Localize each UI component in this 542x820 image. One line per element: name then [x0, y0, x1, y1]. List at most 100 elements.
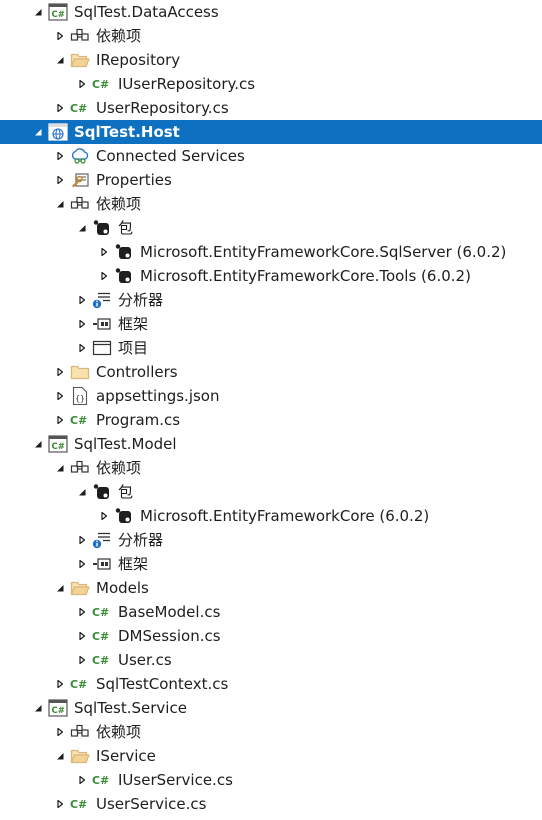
tree-row-node[interactable]: Connected Services	[0, 144, 542, 168]
tree-item-label: 框架	[118, 315, 149, 333]
tree-row-file[interactable]: {} appsettings.json	[0, 384, 542, 408]
tree-row-file[interactable]: C# IUserService.cs	[0, 768, 542, 792]
expanded-arrow-icon[interactable]	[72, 480, 92, 504]
expanded-arrow-icon[interactable]	[28, 120, 48, 144]
expanded-arrow-icon[interactable]	[28, 696, 48, 720]
tree-row-project[interactable]: C# SqlTest.Model	[0, 432, 542, 456]
collapsed-arrow-icon[interactable]	[72, 768, 92, 792]
collapsed-arrow-icon[interactable]	[72, 552, 92, 576]
tree-row-file[interactable]: C# IUserRepository.cs	[0, 72, 542, 96]
tree-row-node[interactable]: Properties	[0, 168, 542, 192]
tree-item-label: Microsoft.EntityFrameworkCore (6.0.2)	[140, 507, 430, 525]
tree-item-label: SqlTest.Model	[74, 435, 177, 453]
tree-row-node[interactable]: 包	[0, 480, 542, 504]
collapsed-arrow-icon[interactable]	[50, 720, 70, 744]
collapsed-arrow-icon[interactable]	[94, 504, 114, 528]
expanded-arrow-icon[interactable]	[50, 48, 70, 72]
collapsed-arrow-icon[interactable]	[50, 24, 70, 48]
tree-item-label: Models	[96, 579, 149, 597]
tree-row-node[interactable]: 分析器	[0, 528, 542, 552]
tree-row-project[interactable]: SqlTest.Host	[0, 120, 542, 144]
tree-item-label: 分析器	[118, 531, 164, 549]
framework-icon	[92, 554, 112, 574]
collapsed-arrow-icon[interactable]	[50, 168, 70, 192]
tree-row-file[interactable]: C# DMSession.cs	[0, 624, 542, 648]
svg-text:C#: C#	[92, 78, 109, 91]
collapsed-arrow-icon[interactable]	[72, 336, 92, 360]
collapsed-arrow-icon[interactable]	[50, 672, 70, 696]
tree-item-label: IUserService.cs	[118, 771, 233, 789]
tree-row-folder[interactable]: Controllers	[0, 360, 542, 384]
tree-item-label: 框架	[118, 555, 149, 573]
collapsed-arrow-icon[interactable]	[50, 360, 70, 384]
collapsed-arrow-icon[interactable]	[94, 264, 114, 288]
tree-row-node[interactable]: 框架	[0, 552, 542, 576]
tree-row-node[interactable]: 分析器	[0, 288, 542, 312]
csharp-file-icon: C#	[70, 674, 90, 694]
tree-row-node[interactable]: 框架	[0, 312, 542, 336]
svg-text:C#: C#	[70, 678, 87, 691]
tree-row-folder[interactable]: IRepository	[0, 48, 542, 72]
expanded-arrow-icon[interactable]	[50, 456, 70, 480]
csharp-file-icon: C#	[92, 626, 112, 646]
tree-row-dependencies[interactable]: 依赖项	[0, 456, 542, 480]
tree-row-file[interactable]: C# UserService.cs	[0, 792, 542, 816]
expanded-arrow-icon[interactable]	[50, 576, 70, 600]
csharp-file-icon: C#	[70, 794, 90, 814]
collapsed-arrow-icon[interactable]	[72, 624, 92, 648]
tree-item-label: SqlTest.Service	[74, 699, 187, 717]
tree-row-node[interactable]: 包	[0, 216, 542, 240]
collapsed-arrow-icon[interactable]	[72, 528, 92, 552]
tree-row-file[interactable]: C# SqlTestContext.cs	[0, 672, 542, 696]
svg-text:C#: C#	[70, 102, 87, 115]
collapsed-arrow-icon[interactable]	[72, 600, 92, 624]
collapsed-arrow-icon[interactable]	[50, 96, 70, 120]
package-icon	[114, 266, 134, 286]
svg-text:C#: C#	[52, 706, 65, 716]
tree-row-project[interactable]: C# SqlTest.DataAccess	[0, 0, 542, 24]
tree-row-package[interactable]: Microsoft.EntityFrameworkCore.SqlServer …	[0, 240, 542, 264]
collapsed-arrow-icon[interactable]	[72, 648, 92, 672]
project-reference-icon	[92, 338, 112, 358]
tree-row-file[interactable]: C# UserRepository.cs	[0, 96, 542, 120]
collapsed-arrow-icon[interactable]	[72, 72, 92, 96]
tree-row-project[interactable]: C# SqlTest.Service	[0, 696, 542, 720]
collapsed-arrow-icon[interactable]	[50, 792, 70, 816]
expanded-arrow-icon[interactable]	[28, 432, 48, 456]
expanded-arrow-icon[interactable]	[28, 0, 48, 24]
tree-row-dependencies[interactable]: 依赖项	[0, 720, 542, 744]
tree-row-folder[interactable]: Models	[0, 576, 542, 600]
tree-row-node[interactable]: 项目	[0, 336, 542, 360]
expanded-arrow-icon[interactable]	[72, 216, 92, 240]
collapsed-arrow-icon[interactable]	[72, 288, 92, 312]
svg-text:C#: C#	[52, 442, 65, 452]
tree-row-dependencies[interactable]: 依赖项	[0, 192, 542, 216]
tree-row-file[interactable]: C# BaseModel.cs	[0, 600, 542, 624]
tree-row-package[interactable]: Microsoft.EntityFrameworkCore (6.0.2)	[0, 504, 542, 528]
tree-item-label: 包	[118, 483, 134, 501]
csharp-file-icon: C#	[92, 74, 112, 94]
json-file-icon: {}	[70, 386, 90, 406]
collapsed-arrow-icon[interactable]	[50, 144, 70, 168]
collapsed-arrow-icon[interactable]	[72, 312, 92, 336]
tree-row-file[interactable]: C# User.cs	[0, 648, 542, 672]
tree-item-label: BaseModel.cs	[118, 603, 221, 621]
svg-text:C#: C#	[70, 798, 87, 811]
collapsed-arrow-icon[interactable]	[50, 408, 70, 432]
tree-row-file[interactable]: C# Program.cs	[0, 408, 542, 432]
expanded-arrow-icon[interactable]	[50, 192, 70, 216]
tree-row-dependencies[interactable]: 依赖项	[0, 24, 542, 48]
folder-open-icon	[70, 746, 90, 766]
properties-icon	[70, 170, 90, 190]
tree-item-label: 包	[118, 219, 134, 237]
tree-item-label: 依赖项	[96, 459, 142, 477]
framework-icon	[92, 314, 112, 334]
csharp-project-icon: C#	[48, 2, 68, 22]
csharp-project-icon: C#	[48, 434, 68, 454]
collapsed-arrow-icon[interactable]	[94, 240, 114, 264]
expanded-arrow-icon[interactable]	[50, 744, 70, 768]
tree-row-package[interactable]: Microsoft.EntityFrameworkCore.Tools (6.0…	[0, 264, 542, 288]
tree-row-folder[interactable]: IService	[0, 744, 542, 768]
collapsed-arrow-icon[interactable]	[50, 384, 70, 408]
csharp-file-icon: C#	[92, 602, 112, 622]
